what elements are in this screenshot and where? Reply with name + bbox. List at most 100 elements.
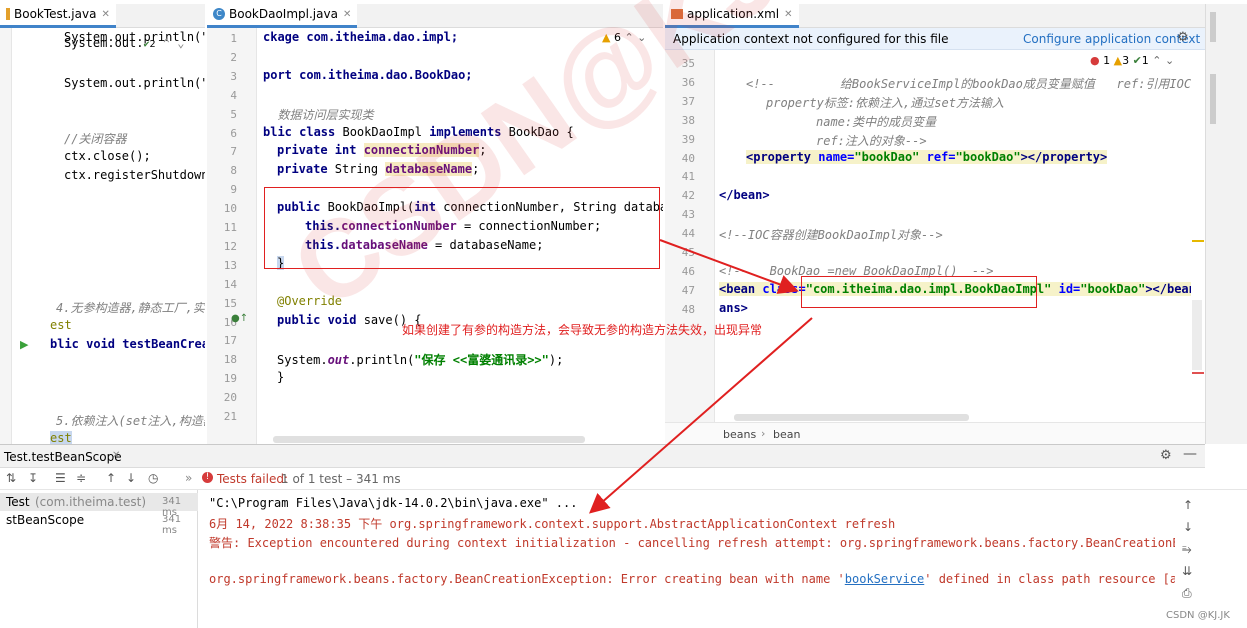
close-icon[interactable]: ✕ bbox=[784, 9, 792, 20]
left-line-6: //关闭容器 bbox=[64, 132, 127, 146]
tree-row[interactable]: stBeanScope 341 ms bbox=[0, 511, 198, 536]
credit-text: CSDN @KJ.JK bbox=[1166, 610, 1230, 621]
mid-gutter: 1 2 3 4 5 6 7 8 9 10 11 12 13 14 15 16 17 18 19 20 21 bbox=[207, 28, 257, 444]
line-number: 3 bbox=[230, 69, 237, 83]
line-number: 5 bbox=[230, 107, 237, 121]
right-tabbar: application.xml ✕ bbox=[665, 3, 1205, 28]
line-number: 42 bbox=[681, 189, 695, 203]
line-number: 45 bbox=[681, 246, 695, 259]
override-gutter-icon[interactable]: ●↑ bbox=[231, 313, 248, 324]
left-lower-4: 5.依赖注入(set注入,构造器 bbox=[56, 414, 205, 428]
left-line-3: System.out.println("后 bbox=[64, 76, 205, 90]
right-error-stripe bbox=[1190, 50, 1204, 422]
console-line: 警告: Exception encountered during context… bbox=[209, 536, 1175, 550]
error-icon: ! bbox=[202, 472, 213, 483]
scroll-to-end-icon[interactable]: ⇊ bbox=[1182, 564, 1192, 578]
tab-booktest[interactable]: BookTest.java ✕ bbox=[0, 3, 116, 28]
line-number: 44 bbox=[681, 227, 695, 241]
maven-tool-button[interactable] bbox=[1210, 74, 1216, 124]
left-tabbar: BookTest.java ✕ bbox=[0, 3, 205, 28]
chevron-right-icon: › bbox=[761, 427, 766, 440]
close-icon[interactable]: ✕ bbox=[343, 9, 351, 20]
collapse-all-icon[interactable]: ≑ bbox=[76, 471, 86, 485]
line-number: 20 bbox=[223, 391, 237, 405]
expand-all-icon[interactable]: ☰ bbox=[55, 471, 66, 485]
gear-icon[interactable]: ⚙ bbox=[1177, 30, 1189, 45]
bookservice-link[interactable]: bookService bbox=[845, 572, 924, 586]
left-line-8: ctx.registerShutdownH bbox=[64, 168, 205, 182]
right-editor[interactable]: ● 1 ▲3 ✔1 ⌃ ⌄ <!-- 给BookServiceImpl的book… bbox=[716, 50, 1191, 422]
line-number: 6 bbox=[230, 126, 237, 140]
run-gutter-icon[interactable]: ▶ bbox=[20, 338, 28, 351]
console-line: org.springframework.beans.factory.BeanCr… bbox=[209, 572, 1175, 586]
tree-row[interactable]: Test (com.itheima.test) 341 ms bbox=[0, 493, 198, 518]
line-number: 14 bbox=[223, 277, 237, 291]
line-number: 4 bbox=[230, 88, 237, 102]
line-number: 13 bbox=[223, 258, 237, 272]
line-number: 17 bbox=[223, 334, 237, 348]
print-icon[interactable]: ⎙ bbox=[1182, 586, 1192, 601]
line-number: 18 bbox=[223, 353, 237, 367]
right-tool-stripe bbox=[1205, 4, 1247, 444]
scroll-down-icon[interactable]: ↓ bbox=[1183, 520, 1193, 534]
line-number: 21 bbox=[223, 410, 237, 423]
left-lower-5: est bbox=[50, 431, 72, 444]
warning-indicator[interactable]: ▲ 6 ⌃ ⌄ bbox=[602, 31, 646, 44]
sort-duration-icon[interactable]: ↧ bbox=[28, 471, 38, 485]
mid-hscrollbar[interactable] bbox=[273, 436, 585, 443]
arrow-up-icon[interactable]: ↑ bbox=[106, 471, 116, 485]
line-number: 9 bbox=[230, 183, 237, 197]
close-icon[interactable]: ✕ bbox=[101, 9, 109, 20]
gear-icon[interactable]: ⚙ bbox=[1160, 448, 1172, 463]
tab-applicationxml[interactable]: application.xml ✕ bbox=[665, 3, 799, 28]
console-side-toolbar: ↑ ↓ ⥱ ⇊ ⎙ bbox=[1175, 490, 1205, 610]
minimize-icon[interactable]: — bbox=[1183, 446, 1197, 462]
inspection-indicators[interactable]: ● 1 ▲3 ✔1 ⌃ ⌄ bbox=[1090, 54, 1174, 67]
console-output[interactable]: "C:\Program Files\Java\jdk-14.0.2\bin\ja… bbox=[199, 490, 1175, 628]
run-panel-header: Test.testBeanScope ✕ ⚙ — bbox=[0, 444, 1205, 468]
line-number: 36 bbox=[681, 75, 695, 89]
line-number: 37 bbox=[681, 94, 695, 108]
line-number: 40 bbox=[681, 151, 695, 165]
line-number: 41 bbox=[681, 170, 695, 184]
database-tool-button[interactable] bbox=[1210, 12, 1216, 42]
line-number: 48 bbox=[681, 302, 695, 316]
line-number: 19 bbox=[223, 372, 237, 386]
config-banner: Application context not configured for t… bbox=[665, 28, 1205, 50]
test-tree: Test (com.itheima.test) 341 ms stBeanSco… bbox=[0, 490, 198, 628]
left-editor[interactable]: System.out.println("... System.out.✔2 ⌃ … bbox=[12, 28, 205, 444]
line-number: 39 bbox=[681, 132, 695, 146]
run-toolbar: ⇅ ↧ ☰ ≑ ↑ ↓ ◷ » ! Tests failed: 1 of 1 t… bbox=[0, 468, 1247, 490]
more-icon[interactable]: » bbox=[185, 471, 192, 485]
console-line: 6月 14, 2022 8:38:35 下午 org.springframewo… bbox=[209, 517, 896, 531]
line-number: 11 bbox=[223, 221, 237, 234]
java-file-icon bbox=[6, 8, 10, 20]
scroll-up-icon[interactable]: ↑ bbox=[1183, 498, 1193, 512]
line-number: 8 bbox=[230, 164, 237, 178]
constructor-highlight-box bbox=[264, 187, 660, 269]
left-line-1: System.out.✔2 ⌃ ⌄ bbox=[64, 36, 185, 50]
console-line: "C:\Program Files\Java\jdk-14.0.2\bin\ja… bbox=[209, 496, 578, 510]
breadcrumb-beans[interactable]: beans bbox=[723, 428, 756, 441]
arrow-down-icon[interactable]: ↓ bbox=[126, 471, 136, 485]
line-number: 47 bbox=[681, 283, 695, 297]
annotation-text: 如果创建了有参的构造方法，会导致无参的构造方法失效，出现异常 bbox=[402, 323, 763, 337]
line-number: 7 bbox=[230, 145, 237, 159]
soft-wrap-icon[interactable]: ⥱ bbox=[1182, 542, 1192, 557]
configure-context-link[interactable]: Configure application context bbox=[1023, 32, 1200, 46]
left-gutter bbox=[0, 28, 12, 444]
run-tab[interactable]: Test.testBeanScope bbox=[4, 450, 122, 464]
line-number: 12 bbox=[223, 239, 237, 253]
left-line-7: ctx.close(); bbox=[64, 149, 151, 163]
breadcrumb-bean[interactable]: bean bbox=[773, 428, 800, 441]
left-lower-3: blic void testBeanCreat bbox=[50, 337, 205, 351]
right-hscrollbar[interactable] bbox=[734, 414, 969, 421]
line-number: 35 bbox=[681, 57, 695, 70]
line-number: 43 bbox=[681, 208, 695, 222]
history-icon[interactable]: ◷ bbox=[148, 471, 158, 485]
tab-bookdaoimpl[interactable]: C BookDaoImpl.java ✕ bbox=[207, 3, 358, 28]
line-number: 2 bbox=[230, 50, 237, 64]
close-icon[interactable]: ✕ bbox=[112, 450, 120, 461]
line-number: 1 bbox=[230, 32, 237, 45]
sort-alpha-icon[interactable]: ⇅ bbox=[6, 471, 16, 485]
